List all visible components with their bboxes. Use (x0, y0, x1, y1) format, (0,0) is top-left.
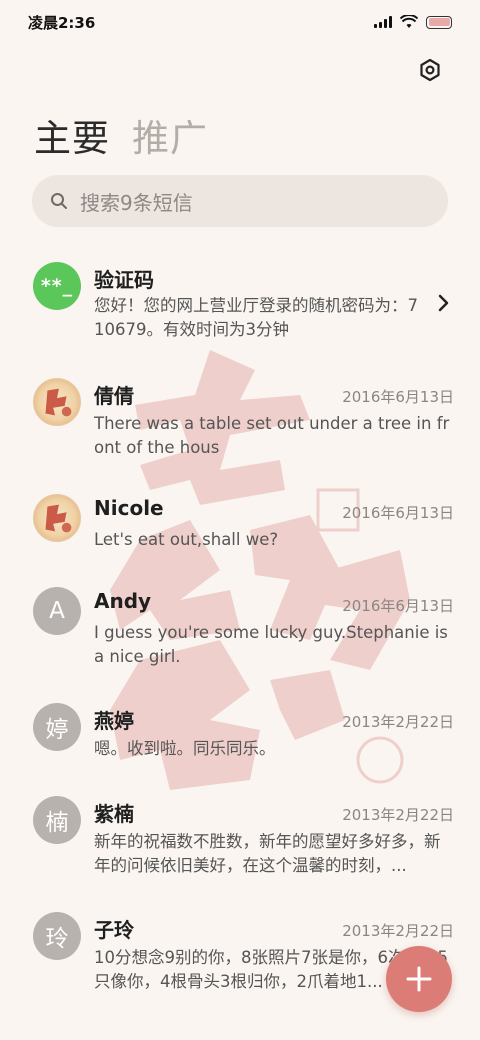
settings-icon (420, 58, 440, 82)
conversation-item[interactable]: Nicole 2016年6月13日 Let's eat out,shall we… (0, 478, 480, 578)
new-message-button[interactable] (386, 946, 452, 1012)
message-date: 2016年6月13日 (342, 388, 454, 406)
search-icon (51, 193, 67, 209)
wifi-icon (400, 15, 418, 28)
avatar-image (45, 504, 72, 533)
tab-promotions[interactable]: 推广 (132, 108, 208, 162)
tab-bar: 主要 推广 (34, 108, 208, 162)
tab-primary[interactable]: 主要 (34, 108, 110, 162)
status-time: 凌晨2:36 (28, 13, 96, 32)
message-preview: 新年的祝福数不胜数，新年的愿望好多好多，新年的问候依旧美好，在这个温馨的时刻，.… (94, 832, 441, 875)
message-date: 2016年6月13日 (342, 504, 454, 522)
avatar-image (45, 388, 72, 417)
message-preview: There was a table set out under a tree i… (94, 414, 450, 457)
conversation-item[interactable]: A Andy 2016年6月13日 I guess you're some lu… (0, 571, 480, 671)
contact-name: 验证码 (94, 268, 154, 292)
signal-icon (374, 16, 392, 28)
contact-name: Nicole (94, 496, 164, 520)
avatar (33, 378, 81, 426)
plus-icon (406, 966, 432, 992)
avatar: **_ (33, 262, 81, 310)
status-icons (374, 15, 452, 29)
avatar: 楠 (33, 796, 81, 844)
settings-button[interactable] (414, 54, 446, 86)
message-date: 2013年2月22日 (342, 922, 454, 940)
battery-icon (426, 15, 452, 29)
contact-name: Andy (94, 589, 152, 613)
message-preview: Let's eat out,shall we? (94, 530, 279, 549)
contact-name: 紫楠 (94, 802, 134, 826)
search-placeholder: 搜索9条短信 (80, 190, 193, 215)
conversation-item[interactable]: **_ 验证码 您好！您的网上营业厅登录的随机密码为：710679。有效时间为3… (0, 246, 480, 346)
search-bar[interactable]: 搜索9条短信 (32, 175, 448, 227)
contact-name: 倩倩 (94, 384, 134, 408)
avatar: A (33, 587, 81, 635)
message-preview: 您好！您的网上营业厅登录的随机密码为：710679。有效时间为3分钟 (94, 296, 418, 339)
conversation-item[interactable]: 婷 燕婷 2013年2月22日 嗯。收到啦。同乐同乐。 (0, 687, 480, 787)
message-preview: I guess you're some lucky guy.Stephanie … (94, 623, 448, 666)
avatar: 玲 (33, 912, 81, 960)
contact-name: 子玲 (94, 918, 134, 942)
message-date: 2013年2月22日 (342, 806, 454, 824)
conversation-item[interactable]: 楠 紫楠 2013年2月22日 新年的祝福数不胜数，新年的愿望好多好多，新年的问… (0, 780, 480, 880)
status-bar: 凌晨2:36 (0, 0, 480, 44)
message-date: 2013年2月22日 (342, 713, 454, 731)
message-date: 2016年6月13日 (342, 597, 454, 615)
chevron-right-icon[interactable] (438, 294, 450, 312)
avatar (33, 494, 81, 542)
contact-name: 燕婷 (94, 709, 134, 733)
message-preview: 嗯。收到啦。同乐同乐。 (94, 739, 276, 758)
conversation-item[interactable]: 倩倩 2016年6月13日 There was a table set out … (0, 362, 480, 462)
avatar: 婷 (33, 703, 81, 751)
